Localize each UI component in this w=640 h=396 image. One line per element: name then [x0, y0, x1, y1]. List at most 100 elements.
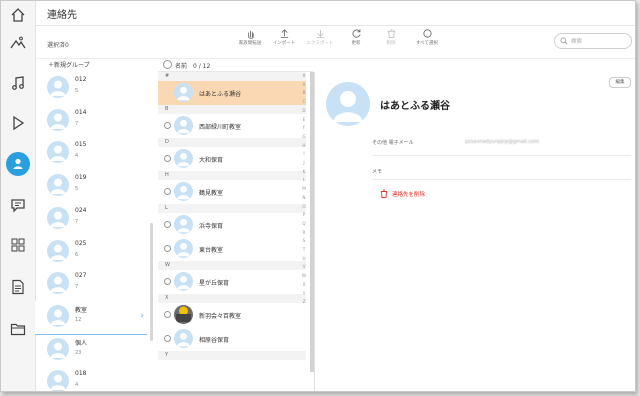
alphabet-letter[interactable]: T — [300, 246, 308, 255]
contacts-window: 連絡先 選択済0 家族間転送 インポート エクスポート 更新 削除 すべて選択 … — [0, 0, 636, 392]
group-item[interactable]: 教室 12 › — [35, 300, 147, 335]
selected-count: 選択済0 — [47, 42, 69, 49]
contact-avatar — [174, 239, 193, 258]
alphabet-letter[interactable]: C — [300, 98, 308, 107]
group-count: 5 — [75, 88, 79, 94]
alphabet-letter[interactable]: M — [300, 185, 308, 194]
alphabet-letter[interactable]: N — [300, 194, 308, 203]
refresh-button[interactable]: 更新 — [336, 28, 376, 46]
group-item[interactable]: 027 7 — [35, 268, 147, 301]
alphabet-letter[interactable]: U — [300, 255, 308, 264]
contact-row[interactable]: 鶴見教室 — [158, 180, 306, 204]
trash-icon — [380, 189, 388, 198]
memo-divider — [372, 179, 631, 180]
contacts-icon[interactable] — [6, 152, 30, 176]
delete-contact-button[interactable]: 連絡先を削除 — [380, 189, 425, 198]
contact-row[interactable]: 大和保育 — [158, 147, 306, 171]
nav-rail — [1, 1, 36, 391]
alphabet-letter[interactable]: Q — [300, 220, 308, 229]
alphabet-letter[interactable]: F — [300, 124, 308, 133]
contact-avatar — [174, 83, 193, 102]
contacts-header[interactable]: 名前 0 / 12 — [163, 60, 210, 70]
contact-row[interactable]: 新羽会々百教室 — [158, 303, 306, 327]
contact-radio[interactable] — [164, 311, 171, 318]
contact-radio[interactable] — [164, 335, 171, 342]
contact-row[interactable]: 星が丘保育 — [158, 270, 306, 294]
alphabet-letter[interactable]: B — [300, 89, 308, 98]
group-count: 4 — [75, 153, 79, 160]
group-scrollbar[interactable] — [150, 223, 153, 341]
contact-row[interactable]: 浜寺保育 — [158, 213, 306, 237]
contact-row[interactable]: 相原谷保育 — [158, 327, 306, 351]
contact-radio[interactable] — [164, 188, 171, 195]
transfer-label: 家族間転送 — [238, 41, 262, 46]
import-button[interactable]: インポート — [264, 28, 304, 46]
alphabet-letter[interactable]: O — [300, 203, 308, 212]
alphabet-letter[interactable]: A — [300, 81, 308, 90]
alphabet-letter[interactable]: # — [300, 72, 308, 81]
group-name: 024 — [75, 206, 87, 214]
alphabet-letter[interactable]: X — [300, 281, 308, 290]
group-item[interactable]: 025 6 — [35, 236, 147, 269]
new-group-button[interactable]: ＋新規グループ — [48, 60, 90, 69]
alphabet-index[interactable]: # A B C D E F G H I J K L M N O P Q R S T U V W X Y Z — [300, 72, 308, 307]
alphabet-letter[interactable]: Y — [300, 290, 308, 299]
search-input[interactable]: 検索 — [554, 33, 632, 49]
alphabet-letter[interactable]: W — [300, 272, 308, 281]
group-count: 6 — [75, 251, 79, 258]
alphabet-letter[interactable]: J — [300, 159, 308, 168]
contact-radio[interactable] — [164, 245, 171, 252]
contact-row[interactable]: 東台教室 — [158, 237, 306, 261]
contact-radio[interactable] — [164, 278, 171, 285]
alphabet-letter[interactable]: I — [300, 150, 308, 159]
alphabet-letter[interactable]: K — [300, 168, 308, 177]
alphabet-letter[interactable]: G — [300, 133, 308, 142]
group-avatar — [47, 272, 69, 295]
select-all-button[interactable]: すべて選択 — [407, 28, 447, 46]
alphabet-letter[interactable]: V — [300, 263, 308, 272]
documents-icon[interactable] — [8, 277, 28, 297]
contact-radio[interactable] — [164, 122, 171, 129]
group-avatar — [47, 141, 69, 164]
group-item[interactable]: 019 5 — [35, 170, 147, 203]
email-field-label: その他 電子メール — [372, 140, 414, 146]
contact-name: 大和保育 — [199, 157, 224, 164]
select-all-radio[interactable] — [163, 60, 172, 69]
alphabet-letter[interactable]: R — [300, 229, 308, 238]
home-icon[interactable] — [8, 5, 28, 25]
delete-button[interactable]: 削除 — [371, 28, 411, 46]
contact-name: はあとふる瀬谷 — [380, 101, 450, 112]
contact-row[interactable]: はあとふる瀬谷 — [158, 81, 306, 105]
group-item[interactable]: 014 7 — [35, 105, 147, 138]
alphabet-letter[interactable]: E — [300, 116, 308, 125]
folder-icon[interactable] — [8, 319, 28, 339]
group-avatar — [47, 108, 69, 131]
contact-row[interactable]: 西部緑川町教室 — [158, 114, 306, 138]
alphabet-letter[interactable]: Z — [300, 298, 308, 307]
messages-icon[interactable] — [8, 195, 28, 215]
group-count: 4 — [75, 382, 79, 389]
photos-icon[interactable] — [8, 33, 28, 53]
music-icon[interactable] — [8, 73, 28, 93]
group-item[interactable]: 024 7 — [35, 203, 147, 236]
edit-button[interactable]: 編集 — [609, 77, 631, 88]
group-name: 027 — [75, 272, 87, 280]
alphabet-letter[interactable]: L — [300, 176, 308, 185]
apps-icon[interactable] — [8, 235, 28, 255]
contact-radio[interactable] — [164, 155, 171, 162]
alphabet-letter[interactable]: S — [300, 237, 308, 246]
contact-name: 星が丘保育 — [199, 280, 230, 287]
alphabet-letter[interactable]: D — [300, 107, 308, 116]
export-button[interactable]: エクスポート — [300, 28, 340, 46]
memo-label: メモ — [372, 169, 383, 175]
alphabet-letter[interactable]: H — [300, 142, 308, 151]
contact-radio[interactable] — [164, 221, 171, 228]
contact-avatar — [174, 329, 193, 348]
video-icon[interactable] — [8, 113, 28, 133]
group-name: 012 — [75, 76, 87, 83]
group-item[interactable]: 015 4 — [35, 137, 147, 170]
group-item[interactable]: 個人 23 — [35, 334, 147, 367]
alphabet-letter[interactable]: P — [300, 211, 308, 220]
group-item[interactable]: 018 4 — [35, 366, 147, 391]
group-item[interactable]: 012 5 — [35, 72, 147, 105]
